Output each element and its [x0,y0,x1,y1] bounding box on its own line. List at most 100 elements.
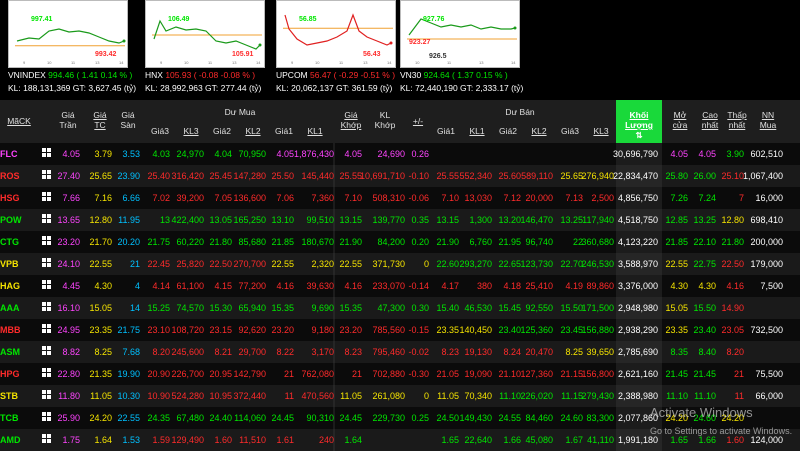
detail-grid-icon[interactable] [42,192,52,202]
index-mini-chart[interactable]: 9 10 11 13 14 997.41 993.42 [8,0,128,68]
col-kl2-buy[interactable]: KL2 [240,126,266,136]
detail-grid-icon[interactable] [42,346,52,356]
foreign-buy: 7,500 [760,281,783,291]
gt-label: GT: [205,83,221,93]
symbol[interactable]: AMD [0,429,32,451]
index-card-vnindex[interactable]: 9 10 11 13 14 997.41 993.42 VNINDEX 994.46 ( 1.… [8,0,138,100]
ask3-volume: 279,430 [581,391,614,401]
symbol[interactable]: TCB [0,407,32,429]
symbol[interactable]: CTG [0,231,32,253]
index-card-vn30[interactable]: 10 11 13 14 927.76 923.27 926.5 VN30 924.64 ( 1… [400,0,530,100]
index-card-upcom[interactable]: 9 10 11 13 14 56.85 56.43 UPCOM 56.47 ( -0.29 -… [276,0,406,100]
col-khoi-luong[interactable]: Khối Lượng ⇅ [616,100,662,143]
detail-grid-icon[interactable] [42,170,52,180]
index-mini-chart[interactable]: 10 11 13 14 927.76 923.27 926.5 [400,0,520,68]
col-kl1-sell[interactable]: KL1 [464,126,490,136]
table-row[interactable]: HSG 7.66 7.16 6.66 7.02 39,200 7.05 136,600 7.06… [0,187,800,209]
ask1-volume: 70,340 [464,391,492,401]
low-price: 22.50 [721,259,744,269]
col-gia2-buy: Giá2 [213,126,231,136]
table-row[interactable]: VPB 24.10 22.55 21 22.45 25,820 22.50 270,700 22… [0,253,800,275]
symbol[interactable]: ASM [0,341,32,363]
table-row[interactable]: FLC 4.05 3.79 3.53 4.03 24,970 4.04 70,950 4.05 1… [0,143,800,165]
symbol[interactable]: FLC [0,143,32,165]
symbol[interactable]: MBB [0,319,32,341]
match-volume: 371,730 [372,259,405,269]
bid3-price: 24.35 [147,413,170,423]
open-price: 4.30 [670,281,688,291]
col-gia-san[interactable]: Giá Sàn [116,110,140,130]
symbol[interactable]: HPG [0,363,32,385]
table-row[interactable]: CTG 23.20 21.70 20.20 21.75 60,220 21.80 85,680… [0,231,800,253]
symbol[interactable]: VPB [0,253,32,275]
index-name: HNX [145,70,166,80]
match-price: 15.35 [339,303,362,313]
col-mack[interactable]: MãCK [4,116,34,126]
table-row[interactable]: POW 13.65 12.80 11.95 13 422,400 13.05 165,250 1… [0,209,800,231]
detail-grid-icon[interactable] [42,280,52,290]
index-price: 105.93 [165,70,194,80]
symbol[interactable]: STB [0,385,32,407]
table-row[interactable]: ASM 8.82 8.25 7.68 8.20 245,600 8.21 29,700 8.22… [0,341,800,363]
col-nn-mua[interactable]: NN Mua [755,110,781,130]
total-volume: 22,834,470 [612,171,658,181]
table-row[interactable]: ROS 27.40 25.65 23.90 25.40 316,420 25.45 147,2… [0,165,800,187]
detail-grid-icon[interactable] [42,302,52,312]
index-mini-chart[interactable]: 9 10 11 13 14 56.85 56.43 [276,0,396,68]
ask1-volume: 293,270 [459,259,492,269]
reference-price: 21.70 [89,237,112,247]
ask3-price: 7.13 [565,193,583,203]
symbol[interactable]: AAA [0,297,32,319]
col-change[interactable]: +/- [408,116,428,126]
ask3-volume: 2,500 [591,193,614,203]
foreign-buy: 16,000 [755,193,783,203]
table-row[interactable]: HAG 4.45 4.30 4 4.14 61,100 4.15 77,200 4.16 39,6… [0,275,800,297]
col-kl1-buy[interactable]: KL1 [302,126,328,136]
match-price: 4.05 [344,149,362,159]
col-gia-tc[interactable]: Giá TC [88,110,112,130]
ask3-price: 23.45 [560,325,583,335]
table-row[interactable]: AAA 16.10 15.05 14 15.25 74,570 15.30 65,940 15.… [0,297,800,319]
bid3-price: 23.10 [147,325,170,335]
detail-grid-icon[interactable] [42,148,52,158]
col-kl3-sell[interactable]: KL3 [588,126,614,136]
symbol[interactable]: HAG [0,275,32,297]
symbol[interactable]: POW [0,209,32,231]
detail-grid-icon[interactable] [42,324,52,334]
detail-grid-icon[interactable] [42,258,52,268]
col-gia-khop[interactable]: Giá Khớp [338,110,364,130]
gt-unit: (tỷ) [123,83,137,93]
table-row[interactable]: STB 11.80 11.05 10.30 10.90 524,280 10.95 372,4… [0,385,800,407]
symbol[interactable]: ROS [0,165,32,187]
detail-grid-icon[interactable] [42,368,52,378]
ceiling-price: 24.95 [57,325,80,335]
ask1-price: 11.05 [437,391,459,401]
symbol[interactable]: HSG [0,187,32,209]
floor-price: 11.95 [118,215,140,225]
table-row[interactable]: MBB 24.95 23.35 21.75 23.10 108,720 23.15 92,62… [0,319,800,341]
col-kl2-sell[interactable]: KL2 [526,126,552,136]
detail-grid-icon[interactable] [42,236,52,246]
match-volume: 702,880 [372,369,405,379]
col-thap-nhat[interactable]: Thấp nhất [724,110,750,130]
open-price: 4.05 [670,149,688,159]
detail-grid-icon[interactable] [42,412,52,422]
ask3-volume: 156,880 [581,325,614,335]
table-row[interactable]: HPG 22.80 21.35 19.90 20.90 226,700 20.95 142,7… [0,363,800,385]
match-volume: 47,300 [377,303,405,313]
detail-grid-icon[interactable] [42,434,52,444]
col-mo-cua[interactable]: Mở cửa [668,110,692,130]
mini-chart-tick: 10 [415,60,420,65]
detail-grid-icon[interactable] [42,390,52,400]
bid1-price: 21.85 [271,237,294,247]
col-kl3-buy[interactable]: KL3 [178,126,204,136]
col-cao-nhat[interactable]: Cao nhất [698,110,722,130]
match-volume: 139,770 [372,215,405,225]
reference-price: 4.30 [94,281,112,291]
detail-grid-icon[interactable] [42,214,52,224]
index-card-hnx[interactable]: 9 10 11 13 14 106.49 105.91 HNX 105.93 ( -0.08 … [145,0,275,100]
index-mini-chart[interactable]: 9 10 11 13 14 106.49 105.91 [145,0,265,68]
col-gia-tran[interactable]: Giá Trần [56,110,80,130]
ask1-volume: 149,430 [459,413,492,423]
low-price: 4.16 [726,281,744,291]
